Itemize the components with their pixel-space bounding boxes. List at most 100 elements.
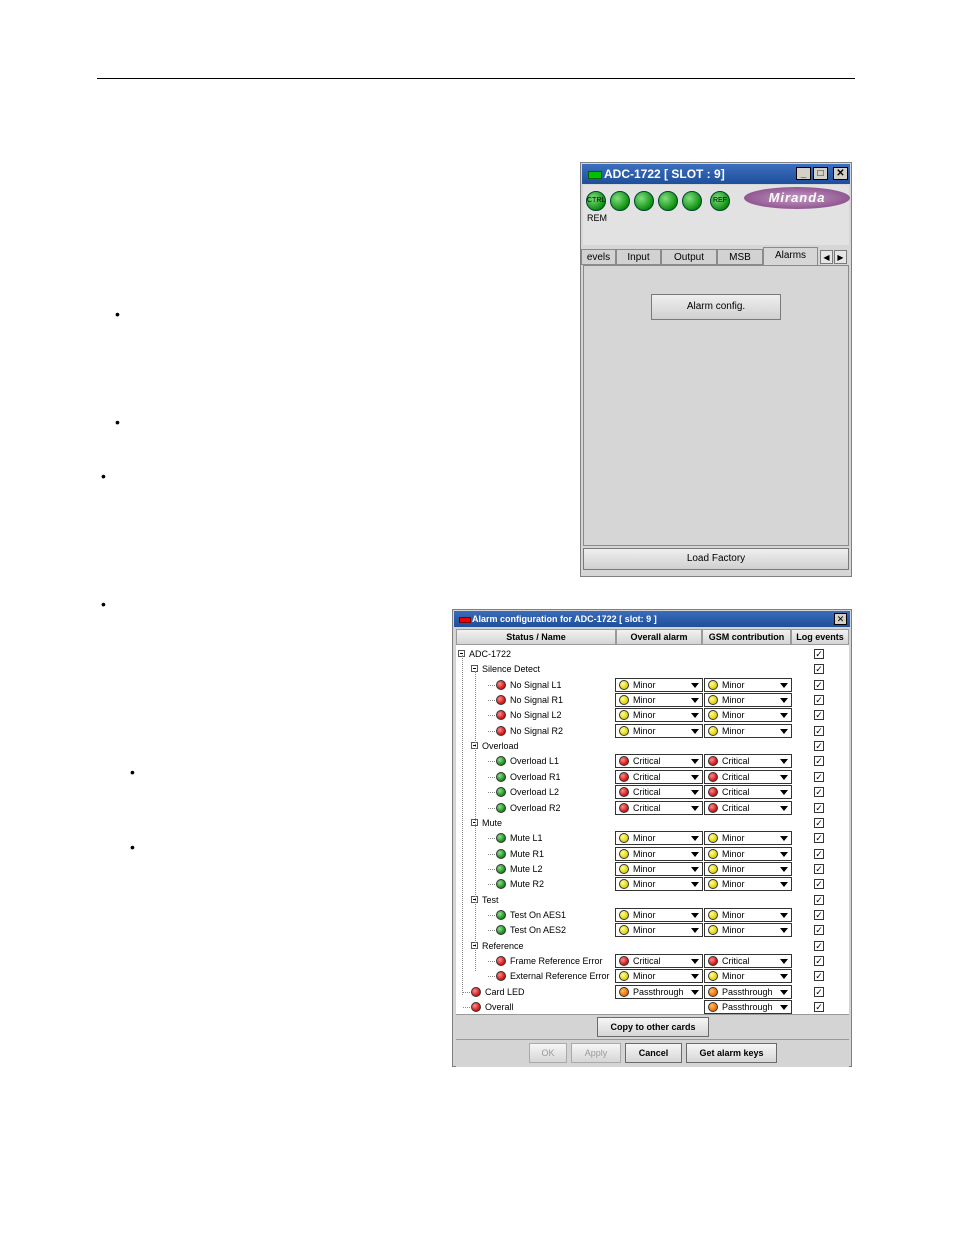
overall-alarm-dropdown[interactable]: Minor	[615, 846, 703, 861]
gsm-contribution-dropdown[interactable]: Minor	[704, 907, 792, 922]
alarm-row[interactable]: Card LED Passthrough Passthrough ✓	[456, 984, 849, 1000]
gsm-contribution-dropdown[interactable]: Critical	[704, 769, 792, 784]
alarm-row[interactable]: No Signal R2 Minor Minor ✓	[456, 723, 849, 739]
gsm-contribution-dropdown[interactable]: Minor	[704, 861, 792, 876]
log-events-checkbox[interactable]: ✓	[814, 1002, 824, 1013]
log-events-checkbox[interactable]: ✓	[814, 741, 824, 752]
log-events-checkbox[interactable]: ✓	[814, 664, 824, 675]
load-factory-button[interactable]: Load Factory	[583, 548, 849, 570]
overall-alarm-dropdown[interactable]: Minor	[615, 877, 703, 892]
ok-button[interactable]: OK	[529, 1043, 567, 1063]
column-header-log-events[interactable]: Log events	[791, 629, 849, 645]
arrow-right-icon[interactable]	[658, 191, 678, 211]
apply-button[interactable]: Apply	[571, 1043, 621, 1063]
alarm-row[interactable]: Mute R1 Minor Minor ✓	[456, 846, 849, 862]
log-events-checkbox[interactable]: ✓	[814, 986, 824, 997]
log-events-checkbox[interactable]: ✓	[814, 802, 824, 813]
overall-alarm-dropdown[interactable]: Passthrough	[615, 984, 703, 999]
overall-alarm-dropdown[interactable]: Minor	[615, 708, 703, 723]
column-header-status-name[interactable]: Status / Name	[456, 629, 616, 645]
arrow-right-icon[interactable]	[682, 191, 702, 211]
overall-alarm-dropdown[interactable]: Minor	[615, 723, 703, 738]
column-header-gsm-contribution[interactable]: GSM contribution	[702, 629, 791, 645]
log-events-checkbox[interactable]: ✓	[814, 817, 824, 828]
log-events-checkbox[interactable]: ✓	[814, 971, 824, 982]
dialog-close-button[interactable]: ✕	[834, 613, 847, 625]
gsm-contribution-dropdown[interactable]: Minor	[704, 677, 792, 692]
overall-alarm-dropdown[interactable]: Critical	[615, 754, 703, 769]
maximize-button[interactable]: □	[813, 167, 828, 180]
get-alarm-keys-button[interactable]: Get alarm keys	[686, 1043, 777, 1063]
overall-alarm-dropdown[interactable]: Minor	[615, 923, 703, 938]
cancel-button[interactable]: Cancel	[625, 1043, 682, 1063]
close-button[interactable]: ✕	[833, 167, 848, 180]
minimize-button[interactable]: _	[796, 167, 811, 180]
log-events-checkbox[interactable]: ✓	[814, 848, 824, 859]
overall-alarm-dropdown[interactable]: Minor	[615, 677, 703, 692]
overall-alarm-dropdown[interactable]: Minor	[615, 907, 703, 922]
gsm-contribution-dropdown[interactable]: Passthrough	[704, 1000, 792, 1014]
copy-to-other-cards-button[interactable]: Copy to other cards	[597, 1017, 709, 1037]
gsm-contribution-dropdown[interactable]: Minor	[704, 969, 792, 984]
gsm-contribution-dropdown[interactable]: Minor	[704, 693, 792, 708]
log-events-checkbox[interactable]: ✓	[814, 756, 824, 767]
alarm-row[interactable]: Test On AES2 Minor Minor ✓	[456, 923, 849, 938]
overall-alarm-dropdown[interactable]: Minor	[615, 693, 703, 708]
log-events-checkbox[interactable]: ✓	[814, 725, 824, 736]
tree-group-row[interactable]: Test ✓	[456, 893, 849, 908]
overall-alarm-dropdown[interactable]: Critical	[615, 785, 703, 800]
alarm-row[interactable]: External Reference Error Minor Minor ✓	[456, 969, 849, 984]
alarm-row[interactable]: No Signal L1 Minor Minor ✓	[456, 677, 849, 693]
alarm-row[interactable]: Overload R2 Critical Critical ✓	[456, 800, 849, 816]
signal-path-icon[interactable]	[610, 191, 630, 211]
signal-path-icon[interactable]	[634, 191, 654, 211]
tab-levels[interactable]: evels	[581, 249, 616, 265]
gsm-contribution-dropdown[interactable]: Passthrough	[704, 984, 792, 999]
log-events-checkbox[interactable]: ✓	[814, 925, 824, 936]
log-events-checkbox[interactable]: ✓	[814, 833, 824, 844]
gsm-contribution-dropdown[interactable]: Minor	[704, 923, 792, 938]
column-header-overall-alarm[interactable]: Overall alarm	[616, 629, 702, 645]
log-events-checkbox[interactable]: ✓	[814, 909, 824, 920]
overall-alarm-dropdown[interactable]: Critical	[615, 769, 703, 784]
alarm-row[interactable]: No Signal L2 Minor Minor ✓	[456, 708, 849, 723]
overall-alarm-dropdown[interactable]: Critical	[615, 954, 703, 968]
gsm-contribution-dropdown[interactable]: Minor	[704, 846, 792, 861]
gsm-contribution-dropdown[interactable]: Minor	[704, 831, 792, 846]
tree-group-row[interactable]: Silence Detect ✓	[456, 662, 849, 677]
tab-output[interactable]: Output	[661, 249, 717, 265]
tab-alarms[interactable]: Alarms	[763, 247, 818, 265]
ref-status-icon[interactable]: REF	[710, 191, 730, 211]
alarm-row[interactable]: Frame Reference Error Critical Critical ✓	[456, 954, 849, 969]
log-events-checkbox[interactable]: ✓	[814, 863, 824, 874]
tab-scroll-right-icon[interactable]: ▶	[834, 250, 847, 264]
log-events-checkbox[interactable]: ✓	[814, 710, 824, 721]
log-events-checkbox[interactable]: ✓	[814, 787, 824, 798]
tree-group-row[interactable]: Overload ✓	[456, 739, 849, 754]
overall-alarm-dropdown[interactable]: Minor	[615, 969, 703, 984]
alarm-row[interactable]: Mute R2 Minor Minor ✓	[456, 877, 849, 892]
alarm-row[interactable]: Mute L1 Minor Minor ✓	[456, 831, 849, 846]
gsm-contribution-dropdown[interactable]: Critical	[704, 954, 792, 968]
gsm-contribution-dropdown[interactable]: Minor	[704, 723, 792, 738]
tab-scroll-left-icon[interactable]: ◀	[820, 250, 833, 264]
tab-input[interactable]: Input	[616, 249, 661, 265]
alarm-row[interactable]: Overload R1 Critical Critical ✓	[456, 769, 849, 785]
gsm-contribution-dropdown[interactable]: Minor	[704, 708, 792, 723]
alarm-row[interactable]: Test On AES1 Minor Minor ✓	[456, 907, 849, 923]
log-events-checkbox[interactable]: ✓	[814, 679, 824, 690]
tree-group-row[interactable]: ADC-1722 ✓	[456, 647, 849, 662]
alarm-row[interactable]: Mute L2 Minor Minor ✓	[456, 861, 849, 877]
log-events-checkbox[interactable]: ✓	[814, 940, 824, 951]
gsm-contribution-dropdown[interactable]: Critical	[704, 800, 792, 815]
overall-alarm-dropdown[interactable]: Minor	[615, 861, 703, 876]
tab-msb[interactable]: MSB	[717, 249, 763, 265]
tree-group-row[interactable]: Mute ✓	[456, 816, 849, 831]
log-events-checkbox[interactable]: ✓	[814, 894, 824, 905]
tree-group-row[interactable]: Reference ✓	[456, 939, 849, 954]
alarm-row[interactable]: Overall Passthrough ✓	[456, 1000, 849, 1014]
log-events-checkbox[interactable]: ✓	[814, 771, 824, 782]
ctrl-status-icon[interactable]: CTRL	[586, 191, 606, 211]
log-events-checkbox[interactable]: ✓	[814, 956, 824, 966]
log-events-checkbox[interactable]: ✓	[814, 649, 824, 659]
